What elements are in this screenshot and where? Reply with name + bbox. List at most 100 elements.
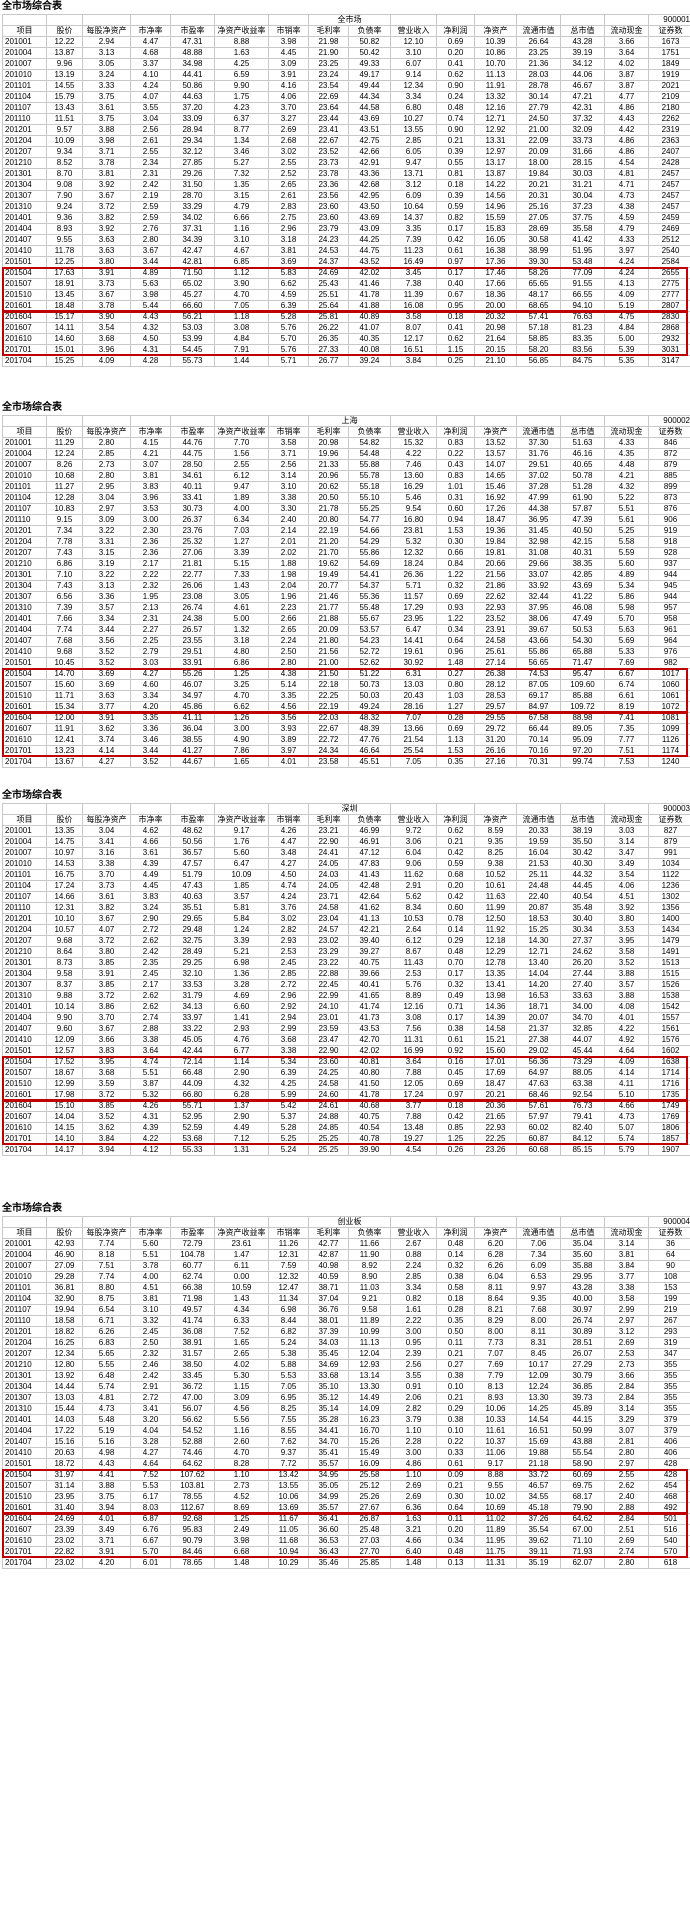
table-row: 201107 10.83 2.97 3.53 30.73 4.00 3.30 21.78 55.… — [2, 503, 690, 515]
value-cell: 53.03 — [170, 322, 215, 334]
value-cell: 4.80 — [214, 646, 269, 658]
value-cell: 6.40 — [390, 1546, 437, 1558]
value-cell: 9.90 — [214, 80, 269, 92]
value-cell: 78.65 — [170, 1557, 215, 1569]
empty-cell — [214, 803, 269, 815]
value-cell: 40.68 — [348, 1100, 391, 1112]
value-cell: 355 — [648, 1403, 690, 1415]
table-row: 201207 7.43 3.15 2.36 27.06 3.39 2.02 21.70 55.8… — [2, 547, 690, 559]
value-cell: 4.00 — [130, 1271, 171, 1283]
period-cell: 201101 — [2, 80, 47, 92]
period-cell: 201310 — [2, 990, 47, 1002]
period-cell: 201701 — [2, 1133, 47, 1145]
value-cell: 2.46 — [130, 1359, 171, 1371]
value-cell: 5.76 — [268, 344, 309, 356]
value-cell: 14.65 — [474, 470, 517, 482]
value-cell: 7.34 — [516, 1249, 561, 1261]
value-cell: 41.50 — [348, 1078, 391, 1090]
value-cell: 4.20 — [130, 701, 171, 713]
column-header: 市销率 — [268, 25, 309, 37]
value-cell: 2.80 — [604, 1557, 649, 1569]
table-row: 201704 14.17 3.94 4.12 55.33 1.31 5.24 25.25 39.… — [2, 1144, 690, 1156]
value-cell: 1.16 — [214, 223, 269, 235]
value-cell: 379 — [648, 1425, 690, 1437]
value-cell: 9.17 — [214, 825, 269, 837]
value-cell: 11.03 — [348, 1282, 391, 1294]
value-cell: 4.27 — [130, 1447, 171, 1459]
value-cell: 40.63 — [170, 891, 215, 903]
value-cell: 11.06 — [474, 1447, 517, 1459]
value-cell: 26.64 — [516, 36, 561, 48]
value-cell: 0.61 — [436, 245, 475, 257]
value-cell: 293 — [648, 1326, 690, 1338]
header-row: 项目 股价 每股净资产 市净率 市盈率 净资产收益率 市销率 毛利率 负债率 营业收入 净利润 净资产… — [2, 814, 690, 826]
value-cell: 5.99 — [268, 1089, 309, 1101]
value-cell: 8.03 — [130, 1502, 171, 1514]
column-header: 净利润 — [436, 1227, 475, 1239]
value-cell: 35.51 — [170, 902, 215, 914]
value-cell: 4.89 — [130, 267, 171, 279]
value-cell: 15.17 — [46, 311, 83, 323]
table-row: 201407 7.68 3.56 2.25 23.55 3.18 2.24 21.80 54.2… — [2, 635, 690, 647]
value-cell: 3.64 — [390, 1056, 437, 1068]
empty-cell — [604, 415, 649, 427]
value-cell: 21.64 — [474, 333, 517, 345]
period-cell: 201310 — [2, 1403, 47, 1415]
value-cell: 24.57 — [308, 924, 349, 936]
value-cell: 104.78 — [170, 1249, 215, 1261]
value-cell: 21.20 — [308, 536, 349, 548]
value-cell: 30.58 — [516, 234, 561, 246]
value-cell: 2.73 — [214, 1480, 269, 1492]
value-cell: 3147 — [648, 355, 690, 367]
value-cell: 33.91 — [170, 657, 215, 669]
value-cell: 38.19 — [560, 825, 605, 837]
value-cell: 23.41 — [308, 124, 349, 136]
value-cell: 14.54 — [516, 1414, 561, 1426]
value-cell: 25.25 — [308, 1133, 349, 1145]
value-cell: 61.90 — [560, 492, 605, 504]
value-cell: 28.51 — [560, 1337, 605, 1349]
value-cell: 29.28 — [46, 1271, 83, 1283]
value-cell: 21.37 — [516, 1023, 561, 1035]
value-cell: 40.75 — [348, 957, 391, 969]
value-cell: 2.73 — [82, 459, 131, 471]
value-cell: 112.67 — [170, 1502, 215, 1514]
value-cell: 0.45 — [436, 1067, 475, 1079]
period-cell: 201304 — [2, 580, 47, 592]
value-cell: 2.94 — [268, 1012, 309, 1024]
value-cell: 35.05 — [308, 1480, 349, 1492]
value-cell: 37.04 — [308, 1293, 349, 1305]
value-cell: 8.44 — [268, 1315, 309, 1327]
value-cell: 88.05 — [560, 1067, 605, 1079]
value-cell: 13.71 — [390, 168, 437, 180]
value-cell: 44.75 — [170, 448, 215, 460]
value-cell: 2.90 — [130, 913, 171, 925]
value-cell: 38.01 — [308, 1315, 349, 1327]
value-cell: 27.05 — [516, 212, 561, 224]
value-cell: 8.92 — [348, 1260, 391, 1272]
value-cell: 22.93 — [474, 1122, 517, 1134]
value-cell: 7.88 — [390, 1111, 437, 1123]
value-cell: 65.02 — [170, 278, 215, 290]
value-cell: 1.61 — [390, 1304, 437, 1316]
value-cell: 2.80 — [82, 470, 131, 482]
period-cell: 201401 — [2, 1414, 47, 1426]
value-cell: 2.22 — [390, 1315, 437, 1327]
value-cell: 4.77 — [604, 91, 649, 103]
value-cell: 2.59 — [130, 212, 171, 224]
value-cell: 39.66 — [348, 968, 391, 980]
table-row: 201507 31.14 3.88 5.53 103.81 2.73 13.55 35.05 2… — [2, 1480, 690, 1492]
table-row: 201407 15.16 5.16 3.28 52.88 2.60 7.62 34.70 15.… — [2, 1436, 690, 1448]
table-row: 201410 20.63 4.98 4.27 74.46 4.70 9.37 35.41 15.… — [2, 1447, 690, 1459]
value-cell: 6.39 — [268, 1067, 309, 1079]
value-cell: 7.69 — [474, 1359, 517, 1371]
value-cell: 13.32 — [474, 91, 517, 103]
value-cell: 23.21 — [308, 825, 349, 837]
value-cell: 56.65 — [516, 657, 561, 669]
value-cell: 64.97 — [516, 1067, 561, 1079]
value-cell: 39.62 — [516, 1535, 561, 1547]
value-cell: 23.52 — [474, 613, 517, 625]
value-cell: 22.67 — [308, 135, 349, 147]
column-header: 流通市值 — [516, 814, 561, 826]
value-cell: 37.31 — [170, 223, 215, 235]
